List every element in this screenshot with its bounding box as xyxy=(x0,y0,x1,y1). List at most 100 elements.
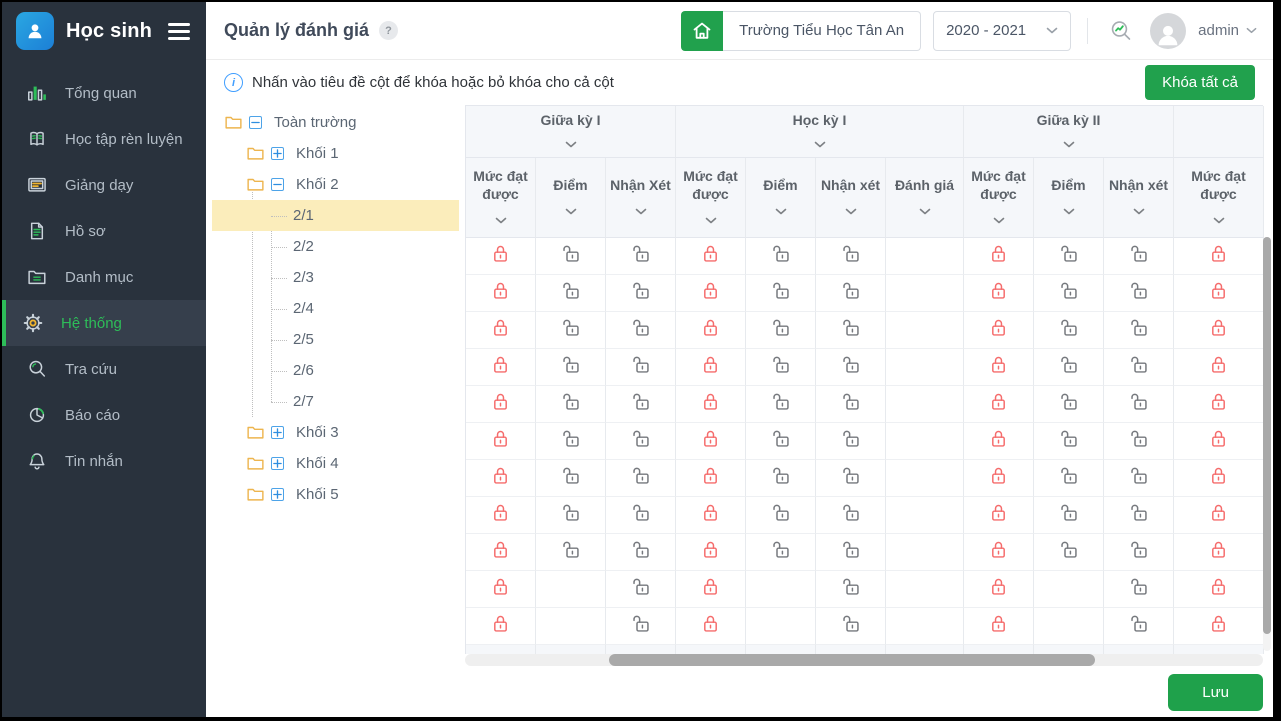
tree-node-class[interactable]: 2/3 xyxy=(212,262,459,293)
tree-node-group[interactable]: Khối 5 xyxy=(212,479,459,510)
lock-cell[interactable] xyxy=(1104,238,1174,275)
sidebar-item-ho-so[interactable]: Hồ sơ xyxy=(2,208,206,254)
lock-cell[interactable] xyxy=(1174,497,1264,534)
lock-cell[interactable] xyxy=(964,238,1034,275)
column-header[interactable]: Nhận xét xyxy=(816,158,886,238)
lock-cell[interactable] xyxy=(606,238,676,275)
lock-cell[interactable] xyxy=(816,534,886,571)
lock-cell[interactable] xyxy=(1034,460,1104,497)
lock-cell[interactable] xyxy=(606,608,676,645)
sidebar-item-hoc-tap-ren-luyen[interactable]: Học tập rèn luyện xyxy=(2,116,206,162)
lock-cell[interactable] xyxy=(466,238,536,275)
tree-node-group[interactable]: Khối 4 xyxy=(212,448,459,479)
lock-cell[interactable] xyxy=(964,275,1034,312)
column-header[interactable]: Điểm xyxy=(746,158,816,238)
lock-cell[interactable] xyxy=(1174,460,1264,497)
expand-toggle-icon[interactable] xyxy=(271,488,284,501)
lock-cell[interactable] xyxy=(964,608,1034,645)
lock-cell[interactable] xyxy=(1174,349,1264,386)
lock-cell[interactable] xyxy=(816,312,886,349)
lock-cell[interactable] xyxy=(964,312,1034,349)
lock-cell[interactable] xyxy=(466,497,536,534)
vertical-scrollbar[interactable] xyxy=(1263,237,1271,651)
lock-cell[interactable] xyxy=(746,534,816,571)
sidebar-item-tra-cuu[interactable]: Tra cứu xyxy=(2,346,206,392)
column-header[interactable]: Điểm xyxy=(1034,158,1104,238)
tree-node-class[interactable]: 2/2 xyxy=(212,231,459,262)
lock-cell[interactable] xyxy=(964,423,1034,460)
lock-cell[interactable] xyxy=(1174,534,1264,571)
lock-cell[interactable] xyxy=(606,460,676,497)
lock-cell[interactable] xyxy=(746,312,816,349)
tree-node-root[interactable]: Toàn trường xyxy=(212,107,459,138)
user-menu[interactable]: admin xyxy=(1198,22,1257,39)
tree-node-class[interactable]: 2/5 xyxy=(212,324,459,355)
tree-node-class[interactable]: 2/1 xyxy=(212,200,459,231)
hamburger-menu-icon[interactable] xyxy=(166,19,192,44)
lock-cell[interactable] xyxy=(466,423,536,460)
lock-cell[interactable] xyxy=(676,423,746,460)
lock-cell[interactable] xyxy=(964,460,1034,497)
sidebar-item-tong-quan[interactable]: Tổng quan xyxy=(2,70,206,116)
lock-cell[interactable] xyxy=(1104,460,1174,497)
lock-cell[interactable] xyxy=(964,571,1034,608)
lock-cell[interactable] xyxy=(1104,423,1174,460)
lock-cell[interactable] xyxy=(746,275,816,312)
lock-cell[interactable] xyxy=(536,460,606,497)
column-group-header[interactable]: Giữa kỳ II xyxy=(964,106,1174,158)
lock-cell[interactable] xyxy=(676,608,746,645)
lock-cell[interactable] xyxy=(816,460,886,497)
lock-cell[interactable] xyxy=(606,275,676,312)
lock-cell[interactable] xyxy=(536,275,606,312)
lock-cell[interactable] xyxy=(1104,608,1174,645)
lock-cell[interactable] xyxy=(466,460,536,497)
column-header[interactable]: Mức đạt được xyxy=(676,158,746,238)
horizontal-scrollbar[interactable] xyxy=(465,654,1263,666)
lock-cell[interactable] xyxy=(676,312,746,349)
lock-cell[interactable] xyxy=(1034,423,1104,460)
lock-cell[interactable] xyxy=(964,386,1034,423)
lock-cell[interactable] xyxy=(816,238,886,275)
save-button[interactable]: Lưu xyxy=(1168,674,1263,711)
lock-cell[interactable] xyxy=(746,386,816,423)
lock-cell[interactable] xyxy=(1034,497,1104,534)
lock-cell[interactable] xyxy=(1174,275,1264,312)
lock-cell[interactable] xyxy=(1174,608,1264,645)
lock-cell[interactable] xyxy=(1034,534,1104,571)
lock-cell[interactable] xyxy=(746,238,816,275)
lock-cell[interactable] xyxy=(606,534,676,571)
collapse-toggle-icon[interactable] xyxy=(271,178,284,191)
tree-node-group[interactable]: Khối 1 xyxy=(212,138,459,169)
sidebar-item-giang-day[interactable]: Giảng dạy xyxy=(2,162,206,208)
column-group-header[interactable]: Học kỳ I xyxy=(676,106,964,158)
lock-cell[interactable] xyxy=(1104,534,1174,571)
horizontal-scrollbar-thumb[interactable] xyxy=(609,654,1096,666)
lock-cell[interactable] xyxy=(606,312,676,349)
lock-cell[interactable] xyxy=(676,534,746,571)
lock-cell[interactable] xyxy=(1034,386,1104,423)
sidebar-item-tin-nhan[interactable]: Tin nhắn xyxy=(2,438,206,484)
lock-cell[interactable] xyxy=(1034,238,1104,275)
expand-toggle-icon[interactable] xyxy=(271,457,284,470)
lock-cell[interactable] xyxy=(466,571,536,608)
expand-toggle-icon[interactable] xyxy=(271,426,284,439)
lock-cell[interactable] xyxy=(1104,312,1174,349)
analytics-search-icon[interactable] xyxy=(1104,14,1138,48)
lock-cell[interactable] xyxy=(1104,571,1174,608)
lock-cell[interactable] xyxy=(606,386,676,423)
tree-node-class[interactable]: 2/7 xyxy=(212,386,459,417)
school-selector[interactable]: Trường Tiểu Học Tân An xyxy=(681,11,921,51)
lock-cell[interactable] xyxy=(676,238,746,275)
lock-cell[interactable] xyxy=(746,497,816,534)
lock-cell[interactable] xyxy=(1104,386,1174,423)
lock-cell[interactable] xyxy=(466,349,536,386)
lock-cell[interactable] xyxy=(816,571,886,608)
school-year-dropdown[interactable]: 2020 - 2021 xyxy=(933,11,1071,51)
lock-cell[interactable] xyxy=(606,423,676,460)
lock-cell[interactable] xyxy=(536,349,606,386)
collapse-toggle-icon[interactable] xyxy=(249,116,262,129)
lock-cell[interactable] xyxy=(1174,238,1264,275)
tree-node-group[interactable]: Khối 2 xyxy=(212,169,459,200)
tree-node-group[interactable]: Khối 3 xyxy=(212,417,459,448)
user-avatar[interactable] xyxy=(1150,13,1186,49)
